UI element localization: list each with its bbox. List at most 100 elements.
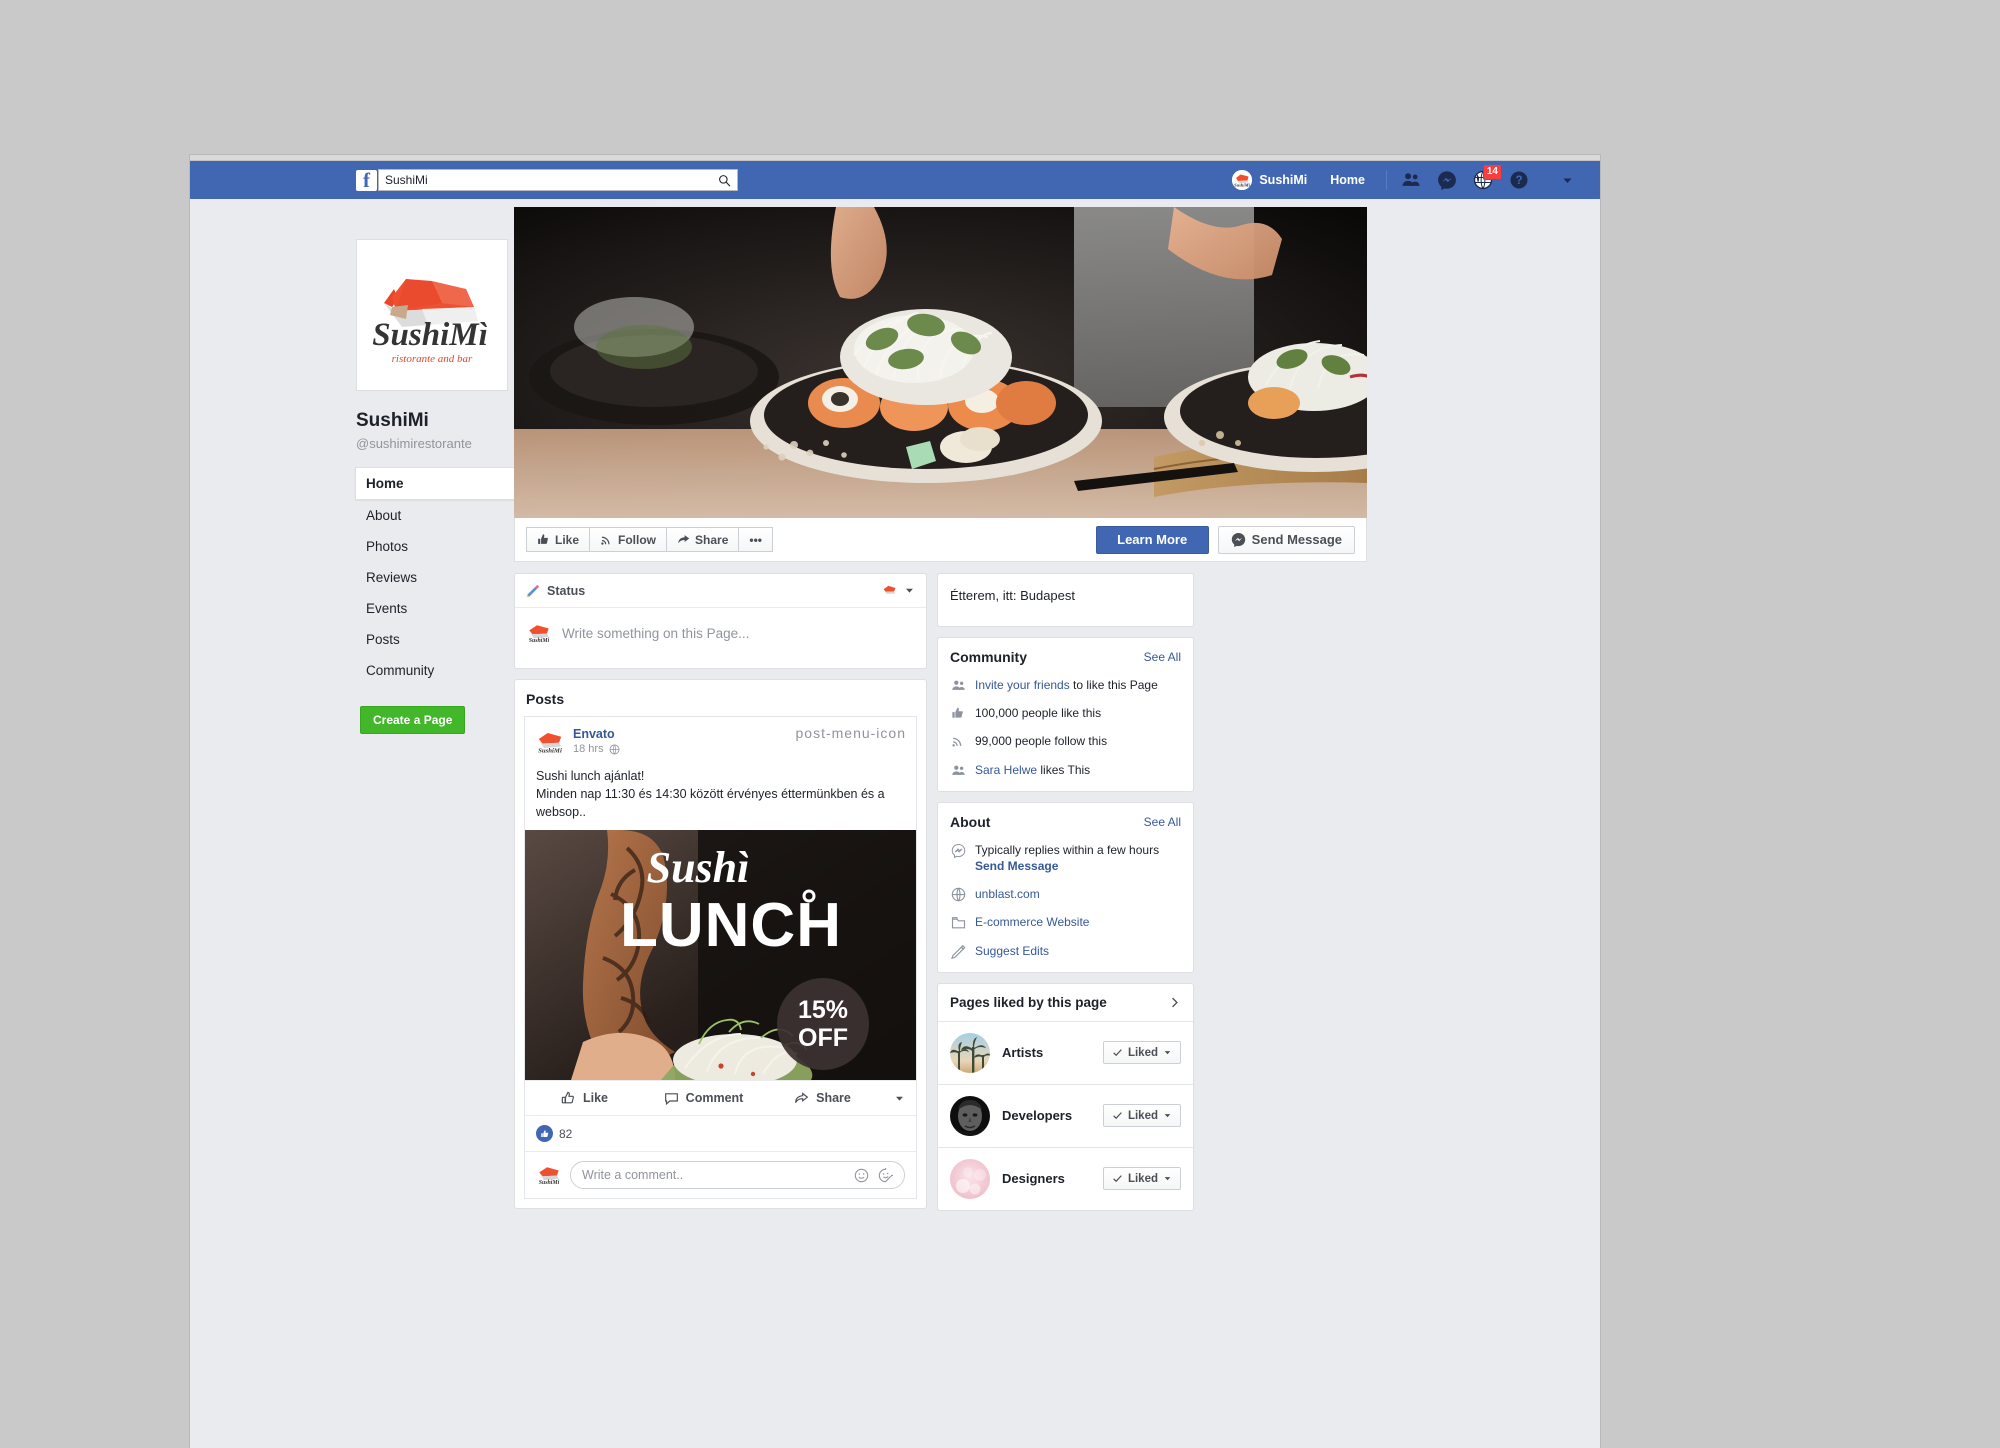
messenger-icon [950, 842, 966, 858]
post-text-line-2: Minden nap 11:30 és 14:30 között érvénye… [536, 787, 885, 820]
sticker-icon[interactable] [878, 1167, 893, 1183]
content-columns: Status SushiMi Write something on this P… [514, 573, 1510, 1221]
post-share-label: Share [816, 1091, 851, 1106]
home-link[interactable]: Home [1318, 173, 1377, 187]
post: SushiMi Envato 18 hrs post-menu-icon Sus… [524, 716, 917, 1200]
post-timestamp[interactable]: 18 hrs [573, 743, 604, 755]
facebook-logo-icon[interactable]: f [356, 169, 377, 191]
svg-text:SushiMi: SushiMi [529, 638, 550, 644]
profile-picture[interactable]: SushiMì ristorante and bar [356, 239, 508, 391]
account-link[interactable]: SushiMi SushiMi [1232, 170, 1318, 190]
liked-toggle-button[interactable]: Liked [1102, 1041, 1181, 1065]
post-author-name[interactable]: Envato [573, 727, 620, 741]
page-more-options-button[interactable]: ••• [738, 527, 773, 552]
liked-toggle-button[interactable]: Liked [1102, 1167, 1181, 1191]
post-share-caret-icon[interactable] [882, 1093, 916, 1104]
sidebar-item-home[interactable]: Home [355, 467, 515, 500]
friend-likes-rest: likes This [1037, 762, 1091, 777]
follows-count: 99,000 people follow this [975, 734, 1108, 749]
post-like-button[interactable]: Like [525, 1091, 644, 1106]
friend-likes-row: Sara Helwe likes This [938, 757, 1193, 791]
reply-time-row: Typically replies within a few hours Sen… [938, 837, 1193, 881]
liked-page-row[interactable]: Developers Liked [938, 1085, 1193, 1148]
composer-audience-caret-icon[interactable] [904, 585, 915, 596]
chevron-right-icon[interactable] [1168, 996, 1181, 1009]
community-see-all-link[interactable]: See All [1144, 650, 1181, 664]
post-action-bar: Like Comment Share [525, 1080, 916, 1115]
send-message-button[interactable]: Send Message [1217, 525, 1355, 554]
post-like-label: Like [582, 1091, 608, 1106]
notifications-globe-icon[interactable]: 14 [1472, 164, 1502, 191]
messenger-icon[interactable] [1436, 169, 1458, 191]
emoji-icon[interactable] [854, 1168, 869, 1183]
reaction-count[interactable]: 82 [559, 1127, 572, 1141]
composer-tab-label: Status [547, 583, 586, 598]
about-send-message-link[interactable]: Send Message [975, 859, 1058, 873]
comment-composer-row: SushiMi Write a comment.. [525, 1151, 916, 1198]
post-menu-icon[interactable]: post-menu-icon [796, 725, 907, 741]
learn-more-button[interactable]: Learn More [1095, 525, 1209, 554]
liked-page-row[interactable]: Designers Liked [938, 1148, 1193, 1210]
cover-photo[interactable] [514, 207, 1367, 518]
follow-page-button[interactable]: Follow [589, 527, 668, 552]
website-link[interactable]: unblast.com [975, 886, 1040, 902]
liked-page-row[interactable]: Artists Liked [938, 1022, 1193, 1085]
search-icon[interactable] [718, 174, 731, 187]
svg-text:SushiMi: SushiMi [538, 748, 562, 755]
page-category: Étterem, itt: Budapest [950, 588, 1076, 603]
avatar [950, 1095, 990, 1136]
friend-name-link[interactable]: Sara Helwe [975, 763, 1037, 777]
post-timestamp-row: 18 hrs [573, 743, 620, 755]
sidebar-item-events[interactable]: Events [356, 593, 514, 624]
post-reactions: 82 [525, 1115, 916, 1151]
globe-icon [609, 744, 620, 755]
search-input[interactable] [385, 173, 718, 187]
sidebar-item-community[interactable]: Community [356, 655, 514, 686]
help-icon[interactable]: ? [1508, 169, 1530, 191]
sidebar-item-reviews[interactable]: Reviews [356, 562, 514, 593]
sidebar-item-about[interactable]: About [356, 500, 514, 531]
invite-friends-link[interactable]: Invite your friends [975, 678, 1070, 692]
composer-audience-avatar[interactable] [881, 582, 898, 599]
like-page-button[interactable]: Like [526, 527, 591, 552]
friend-requests-icon[interactable] [1400, 169, 1422, 191]
page-title: SushiMi [356, 410, 429, 431]
avatar: SushiMi [1232, 170, 1253, 190]
notification-badge: 14 [1482, 164, 1502, 180]
feed-column: Status SushiMi Write something on this P… [514, 573, 927, 1221]
chevron-down-icon[interactable] [1556, 169, 1578, 191]
page-category-card: Étterem, itt: Budapest [937, 573, 1194, 627]
side-column: Étterem, itt: Budapest Community See All [937, 573, 1194, 1221]
top-nav-right-group: SushiMi SushiMi Home 14 ? [1232, 161, 1578, 199]
comment-input[interactable]: Write a comment.. [570, 1161, 905, 1190]
likes-count: 100,000 people like this [975, 706, 1102, 721]
community-card: Community See All Invite your friends to… [937, 637, 1194, 792]
post-comment-button[interactable]: Comment [644, 1091, 763, 1106]
avatar: SushiMi [536, 1162, 562, 1189]
post-image[interactable]: Sushì LUNCH 15% OFF [525, 830, 916, 1081]
status-input[interactable]: Write something on this Page... [562, 626, 749, 641]
search-bar[interactable] [378, 169, 738, 191]
page-body: SushiMì ristorante and bar SushiMi @sush… [190, 199, 1600, 1448]
liked-toggle-button[interactable]: Liked [1102, 1104, 1181, 1128]
post-share-button[interactable]: Share [763, 1091, 882, 1106]
sidebar-item-posts[interactable]: Posts [356, 624, 514, 655]
sidebar-item-photos[interactable]: Photos [356, 531, 514, 562]
follows-count-row: 99,000 people follow this [938, 728, 1193, 756]
composer-input-row[interactable]: SushiMi Write something on this Page... [515, 608, 926, 668]
page-category-link[interactable]: E-commerce Website [975, 914, 1089, 930]
nav-divider [1386, 170, 1387, 190]
pages-liked-card: Pages liked by this page Artists Liked D… [937, 982, 1194, 1211]
cover-cta-group: Learn More Send Message [1095, 525, 1355, 554]
post-comment-label: Comment [685, 1091, 744, 1106]
friends-icon [950, 677, 966, 693]
share-page-button[interactable]: Share [666, 527, 740, 552]
about-see-all-link[interactable]: See All [1144, 815, 1181, 829]
svg-text:15%: 15% [798, 996, 848, 1024]
avatar[interactable]: SushiMi [535, 727, 565, 757]
page-navigation-list: Home About Photos Reviews Events Posts C… [355, 467, 515, 686]
create-page-button[interactable]: Create a Page [360, 706, 466, 734]
suggest-edits-link[interactable]: Suggest Edits [975, 943, 1049, 959]
post-header: SushiMi Envato 18 hrs post-menu-icon [525, 717, 916, 757]
follow-rss-icon [950, 733, 966, 748]
